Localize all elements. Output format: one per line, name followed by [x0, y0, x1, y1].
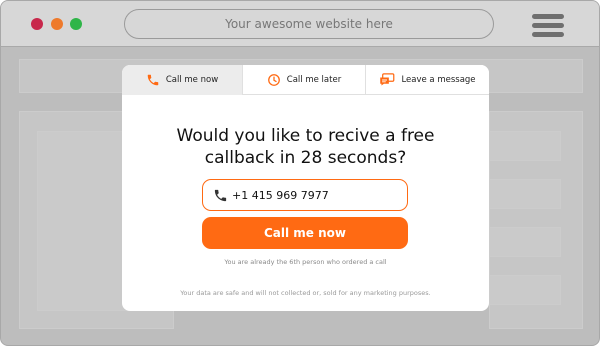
tab-label: Call me now [165, 74, 219, 85]
phone-number-input[interactable] [232, 188, 392, 202]
headline-line-1: Would you like to recive a free [176, 126, 435, 146]
address-bar-text: Your awesome website here [225, 17, 393, 31]
browser-titlebar: Your awesome website here [1, 1, 599, 47]
tab-call-me-later[interactable]: Call me later [242, 65, 365, 95]
page-placeholder-right-block [489, 227, 561, 257]
privacy-notice: Your data are safe and will not collecte… [180, 289, 431, 297]
social-proof-notice: You are already the 6th person who order… [224, 258, 387, 266]
clock-icon [267, 73, 280, 86]
phone-icon [147, 74, 159, 85]
tab-label: Call me later [286, 74, 342, 85]
phone-icon [214, 189, 227, 201]
call-me-now-button[interactable]: Call me now [202, 217, 408, 249]
minimize-window-dot[interactable] [51, 18, 63, 30]
maximize-window-dot[interactable] [70, 18, 82, 30]
phone-number-field[interactable] [202, 179, 408, 211]
widget-tabs: Call me now Call me later Leave a messag… [122, 65, 489, 95]
close-window-dot[interactable] [31, 18, 43, 30]
browser-window: Your awesome website here Call me now Ca… [0, 0, 600, 346]
address-bar[interactable]: Your awesome website here [124, 9, 494, 39]
page-placeholder-right-block [489, 131, 561, 161]
headline-line-2: callback in 28 seconds? [204, 148, 407, 168]
page-placeholder-right-block [489, 179, 561, 209]
message-icon [380, 72, 395, 86]
hamburger-menu-icon[interactable] [532, 14, 564, 38]
widget-headline: Would you like to recive a free callback… [122, 125, 489, 169]
page-placeholder-right-block [489, 275, 561, 305]
tab-leave-a-message[interactable]: Leave a message [365, 65, 489, 95]
tab-label: Leave a message [401, 74, 476, 85]
callback-widget: Call me now Call me later Leave a messag… [122, 65, 489, 311]
tab-call-me-now[interactable]: Call me now [122, 65, 242, 95]
